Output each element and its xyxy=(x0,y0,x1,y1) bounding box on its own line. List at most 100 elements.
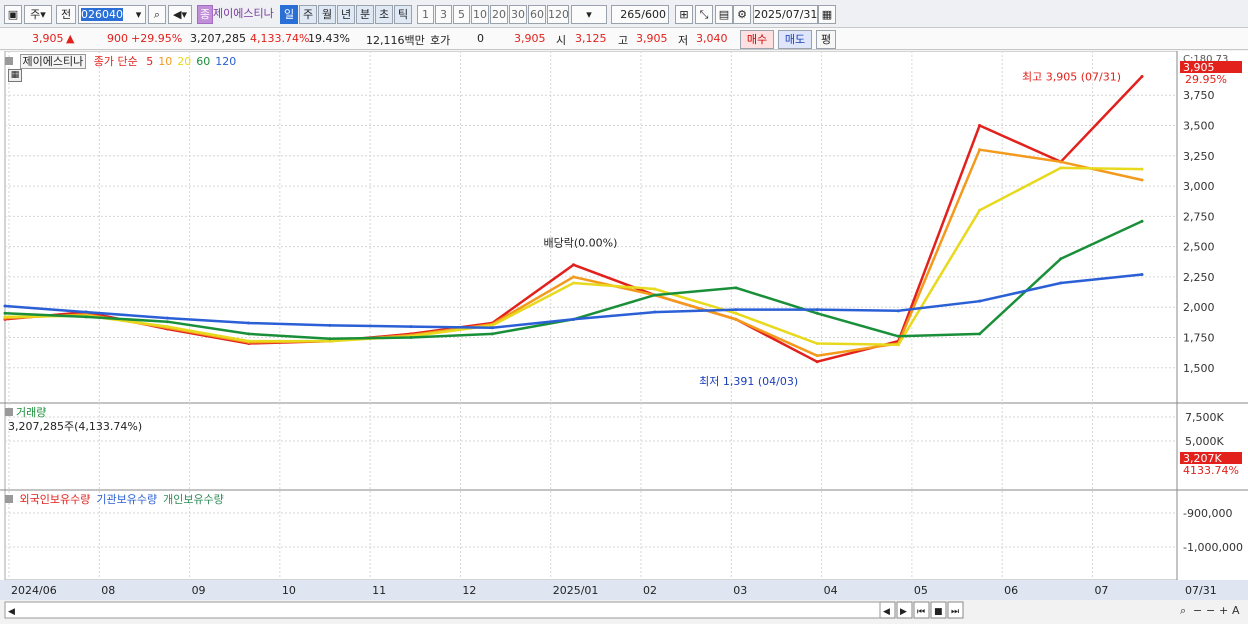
y-tick-label: 2,000 xyxy=(1183,301,1215,314)
volume-value-text: 3,207,285주(4,133.74%) xyxy=(8,420,143,433)
holdings-legend-item: 기관보유수량 xyxy=(96,493,158,506)
scroll-control-icon: ■ xyxy=(934,607,943,617)
code-dropdown-icon[interactable]: ▾ xyxy=(132,5,146,24)
period-tab[interactable]: 초 xyxy=(375,5,393,24)
ma-point xyxy=(1140,74,1144,78)
change-percent: +29.95% xyxy=(131,32,183,45)
chart-area: 3,750 3,500 3,250 3,000 2,750 2,500 2,250 2,000… xyxy=(0,50,1248,621)
table-view-icon[interactable]: ▦ xyxy=(8,69,22,82)
open-label: 시 xyxy=(556,34,567,47)
interval-select[interactable]: ▾ xyxy=(571,5,607,24)
zoom-control-icon: − xyxy=(1206,604,1215,617)
count-input[interactable]: 265/600 xyxy=(611,5,669,24)
stock-badge: 종 xyxy=(197,5,213,24)
volume-y-tick: 7,500K xyxy=(1185,411,1224,424)
ma-point xyxy=(1140,219,1144,223)
toolbar: ▣ 주▾ 전 026040 ▾ ⌕ ◀▾ 종 제이에스티나 일주월년분초틱 13… xyxy=(0,0,1248,28)
eval-button[interactable]: 평 xyxy=(816,30,836,49)
scroll-control-icon: ▶ xyxy=(900,607,907,617)
ma-point xyxy=(815,360,819,364)
ma-legend-item: 120 xyxy=(215,55,237,68)
panel-menu-icon[interactable] xyxy=(5,57,13,65)
low-annotation: 최저 1,391 (04/03) xyxy=(699,375,798,388)
x-tick-label: 04 xyxy=(824,584,838,597)
chart-svg[interactable]: 3,750 3,500 3,250 3,000 2,750 2,500 2,250 2,000… xyxy=(0,50,1248,621)
y-tick-label: 1,500 xyxy=(1183,362,1215,375)
ma-point xyxy=(247,332,251,336)
ma-point xyxy=(896,343,900,347)
holdings-y-tick: -1,000,000 xyxy=(1183,541,1243,554)
period-tab[interactable]: 년 xyxy=(337,5,355,24)
scroll-control-icon: ⏮ xyxy=(917,607,925,617)
sound-icon[interactable]: ◀▾ xyxy=(168,5,192,24)
panel-menu-icon[interactable] xyxy=(5,495,13,503)
up-arrow-icon: ▲ xyxy=(66,32,75,45)
panel-menu-icon[interactable] xyxy=(5,408,13,416)
bid-label: 호가 xyxy=(430,34,451,47)
ma-point xyxy=(896,334,900,338)
period-tab[interactable]: 월 xyxy=(318,5,336,24)
zoom-control-icon: A xyxy=(1232,604,1240,617)
current-price: 3,905 xyxy=(32,32,64,45)
price-panel-stock-name[interactable]: 제이에스티나 xyxy=(19,54,87,69)
ma-point xyxy=(734,286,738,290)
ma-point xyxy=(815,342,819,346)
ma-point xyxy=(84,310,88,314)
period-tab[interactable]: 틱 xyxy=(394,5,412,24)
ma-point xyxy=(653,293,657,297)
ma-legend-label: 종가 단순 xyxy=(93,55,138,68)
drawing-icon[interactable]: ⤡ xyxy=(695,5,713,24)
bid-price: 3,905 xyxy=(514,32,546,45)
scroll-left-icon: ◀ xyxy=(8,607,15,617)
price-pct-tag: 29.95% xyxy=(1185,73,1227,86)
y-tick-label: 1,750 xyxy=(1183,331,1215,344)
ma-point xyxy=(165,320,169,324)
holdings-legend-item: 외국인보유수량 xyxy=(19,493,91,506)
holdings-legend: 외국인보유수량 기관보유수량 개인보유수량 xyxy=(5,491,230,507)
calendar-icon[interactable]: ▦ xyxy=(818,5,836,24)
y-tick-label: 2,250 xyxy=(1183,271,1215,284)
zoom-control-icon: − xyxy=(1193,604,1202,617)
ma-point xyxy=(3,315,7,319)
interval-tab[interactable]: 3 xyxy=(435,5,452,24)
zoom-control-icon: ⌕ xyxy=(1180,604,1186,617)
market-select[interactable]: 주▾ xyxy=(24,5,52,24)
ma-point xyxy=(815,311,819,315)
trade-amount: 12,116백만 xyxy=(366,34,425,47)
prev-button[interactable]: 전 xyxy=(56,5,76,24)
interval-tab[interactable]: 10 xyxy=(471,5,489,24)
window-menu-icon[interactable]: ▣ xyxy=(4,5,22,24)
volume-percent: 4,133.74% xyxy=(250,32,310,45)
high-annotation: 최고 3,905 (07/31) xyxy=(1022,70,1121,83)
ma-point xyxy=(1140,178,1144,182)
search-icon[interactable]: ⌕ xyxy=(148,5,166,24)
y-tick-label: 2,750 xyxy=(1183,210,1215,223)
interval-tab[interactable]: 60 xyxy=(528,5,546,24)
y-tick-label: 3,750 xyxy=(1183,89,1215,102)
interval-tab[interactable]: 5 xyxy=(453,5,470,24)
stock-name: 제이에스티나 xyxy=(213,7,274,20)
interval-tab[interactable]: 120 xyxy=(547,5,569,24)
sell-button[interactable]: 매도 xyxy=(778,30,812,49)
date-input[interactable]: 2025/07/31 xyxy=(753,5,818,24)
ma-point xyxy=(572,263,575,267)
x-tick-label: 11 xyxy=(372,584,386,597)
period-tab[interactable]: 분 xyxy=(356,5,374,24)
horizontal-scrollbar[interactable] xyxy=(4,601,881,619)
buy-button[interactable]: 매수 xyxy=(740,30,774,49)
x-tick-label: 05 xyxy=(914,584,928,597)
interval-tab[interactable]: 30 xyxy=(509,5,527,24)
volume-y-tick: 5,000K xyxy=(1185,435,1224,448)
interval-tab[interactable]: 1 xyxy=(417,5,434,24)
period-tab[interactable]: 일 xyxy=(280,5,298,24)
chart-settings-icon[interactable]: ⊞ xyxy=(675,5,693,24)
ma-point xyxy=(572,275,575,279)
ma-legend-item: 10 xyxy=(158,55,173,68)
zoom-control-icon: + xyxy=(1219,604,1228,617)
save-icon[interactable]: ▤ xyxy=(715,5,733,24)
gear-icon[interactable]: ⚙ xyxy=(733,5,751,24)
bid-value: 0 xyxy=(477,32,484,45)
ma-point xyxy=(165,316,169,320)
interval-tab[interactable]: 20 xyxy=(490,5,508,24)
period-tab[interactable]: 주 xyxy=(299,5,317,24)
